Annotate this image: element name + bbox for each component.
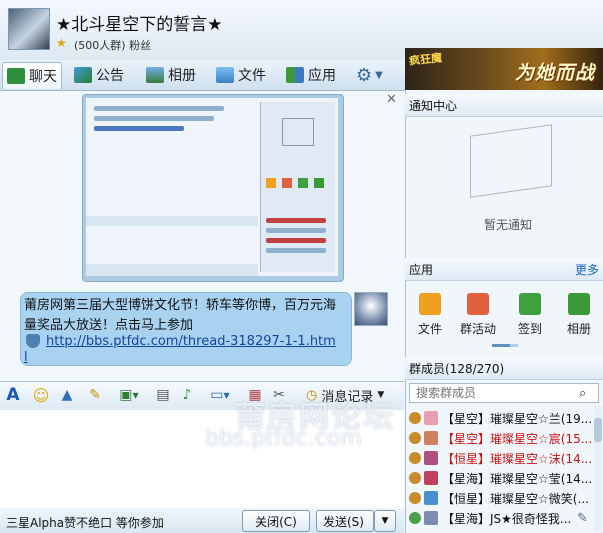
member-badge-icon	[409, 512, 421, 524]
message-text: 莆房网第三届大型博饼文化节！轿车等你博，百万元海量奖品大放送！点击马上参加	[24, 298, 337, 333]
announcement-icon	[74, 67, 92, 83]
chat-icon	[7, 68, 25, 84]
more-apps-link[interactable]: 更多	[575, 261, 599, 278]
member-row[interactable]: 【星海】JS★很奇怪我...	[409, 508, 591, 528]
close-icon[interactable]: ✕	[386, 92, 397, 107]
emoji-icon[interactable]: ☺	[32, 386, 50, 405]
members-section-header: 群成员(128/270)	[405, 357, 603, 380]
tab-chat-label: 聊天	[29, 69, 57, 85]
banner-game-logo: 疯狂魔	[408, 51, 443, 68]
notice-section-header: 通知中心	[405, 94, 603, 117]
member-name: 【恒星】璀璨星空☆沫(14...	[442, 451, 591, 466]
tab-apps-label: 应用	[308, 68, 336, 84]
folder-icon	[216, 67, 234, 83]
group-title: ★北斗星空下的誓言★	[56, 15, 223, 35]
tab-apps[interactable]: 应用	[282, 62, 336, 88]
album-icon	[146, 67, 164, 83]
member-avatar	[424, 451, 438, 465]
folder-icon	[419, 293, 441, 315]
chevron-down-icon: ▼	[375, 69, 383, 81]
message-link[interactable]: http://bbs.ptfdc.com/thread-318297-1-1.h…	[46, 334, 336, 349]
notice-title: 通知中心	[409, 99, 458, 113]
member-name: 【恒星】璀璨星空☆微笑(...	[442, 491, 589, 506]
banner-slogan: 为她而战	[514, 62, 595, 84]
star-icon: ★	[56, 36, 67, 50]
member-badge-icon	[409, 472, 421, 484]
tab-album-label: 相册	[168, 68, 196, 84]
sender-avatar[interactable]	[354, 292, 388, 326]
tab-bar: 聊天 公告 相册 文件 应用 ⚙ ▼	[0, 60, 405, 91]
app-checkin-label: 签到	[517, 322, 542, 336]
apps-grid-icon	[286, 67, 304, 83]
tab-files-label: 文件	[238, 68, 266, 84]
app-files[interactable]: 文件	[408, 293, 452, 337]
empty-box-icon	[470, 124, 552, 198]
chevron-down-icon: ▼	[381, 516, 389, 526]
tab-chat[interactable]: 聊天	[2, 62, 62, 89]
app-activity-label: 群活动	[459, 322, 496, 336]
rich-text-icon[interactable]: ✎	[86, 386, 104, 404]
message-link-tail[interactable]: l	[24, 350, 28, 365]
app-album-label: 相册	[566, 322, 591, 336]
member-avatar	[424, 491, 438, 505]
member-row[interactable]: 【恒星】璀璨星空☆微笑(...	[409, 488, 591, 508]
ad-status-text[interactable]: 三星Alpha赞不绝口 等你参加	[6, 514, 164, 531]
settings-gear-icon[interactable]: ⚙ ▼	[356, 62, 383, 88]
member-badge-icon	[409, 412, 421, 424]
close-button[interactable]: 关闭(C)	[242, 510, 310, 532]
remote-assist-icon[interactable]: ▭ ▼	[206, 386, 234, 404]
photo-icon	[568, 293, 590, 315]
member-avatar	[424, 511, 438, 525]
ad-banner[interactable]: 疯狂魔 为她而战	[405, 48, 603, 90]
member-avatar	[424, 411, 438, 425]
member-search-input[interactable]	[409, 383, 599, 403]
member-name: 【星海】JS★很奇怪我...	[442, 511, 572, 526]
search-icon[interactable]: ⌕	[579, 386, 586, 401]
group-avatar[interactable]	[8, 8, 50, 50]
member-name: 【星空】璀璨星空☆宸(15...	[442, 431, 591, 446]
app-group-activity[interactable]: 群活动	[456, 293, 500, 337]
tab-album[interactable]: 相册	[142, 62, 196, 88]
member-badge-icon	[409, 432, 421, 444]
screenshot-icon[interactable]: ▤	[154, 386, 172, 404]
checkmark-icon	[519, 293, 541, 315]
member-name: 【星空】璀璨星空☆兰(19...	[442, 411, 591, 426]
member-badge-icon	[409, 492, 421, 504]
app-checkin[interactable]: 签到	[508, 293, 552, 337]
watermark-url: bbs.ptfdc.com	[205, 426, 362, 451]
send-options-button[interactable]: ▼	[374, 510, 396, 532]
tab-announcement-label: 公告	[96, 68, 124, 84]
app-files-label: 文件	[417, 322, 442, 336]
tab-files[interactable]: 文件	[212, 62, 266, 88]
shield-icon	[26, 334, 40, 348]
apps-title: 应用	[409, 263, 434, 277]
member-row[interactable]: 【星空】璀璨星空☆兰(19...	[409, 408, 591, 428]
notice-empty-text: 暂无通知	[484, 218, 533, 232]
member-avatar	[424, 431, 438, 445]
tab-announcement[interactable]: 公告	[70, 62, 124, 88]
screenshot-thumbnail	[86, 98, 338, 276]
apps-pager[interactable]	[510, 344, 518, 347]
app-album[interactable]: 相册	[557, 293, 601, 337]
member-name: 【星海】璀璨星空☆莹(14...	[442, 471, 591, 486]
members-title: 群成员(128/270)	[409, 362, 505, 376]
member-row[interactable]: 【星空】璀璨星空☆宸(15...	[409, 428, 591, 448]
edit-icon[interactable]: ✎	[577, 511, 588, 526]
send-button[interactable]: 发送(S)	[316, 510, 374, 532]
image-dropdown-icon[interactable]: ▣ ▼	[116, 386, 142, 404]
apps-section-header: 应用 更多	[405, 258, 603, 281]
member-badge-icon	[409, 452, 421, 464]
font-icon[interactable]: A	[4, 385, 22, 405]
member-row[interactable]: 【星海】璀璨星空☆莹(14...	[409, 468, 591, 488]
members-scroll-thumb[interactable]	[594, 418, 602, 442]
member-avatar	[424, 471, 438, 485]
magic-text-icon[interactable]: ▲	[58, 386, 76, 404]
group-subtitle: (500人群) 粉丝	[74, 39, 152, 52]
member-row[interactable]: 【恒星】璀璨星空☆沫(14...	[409, 448, 591, 468]
flag-icon	[467, 293, 489, 315]
music-icon[interactable]: ♪	[178, 386, 196, 404]
